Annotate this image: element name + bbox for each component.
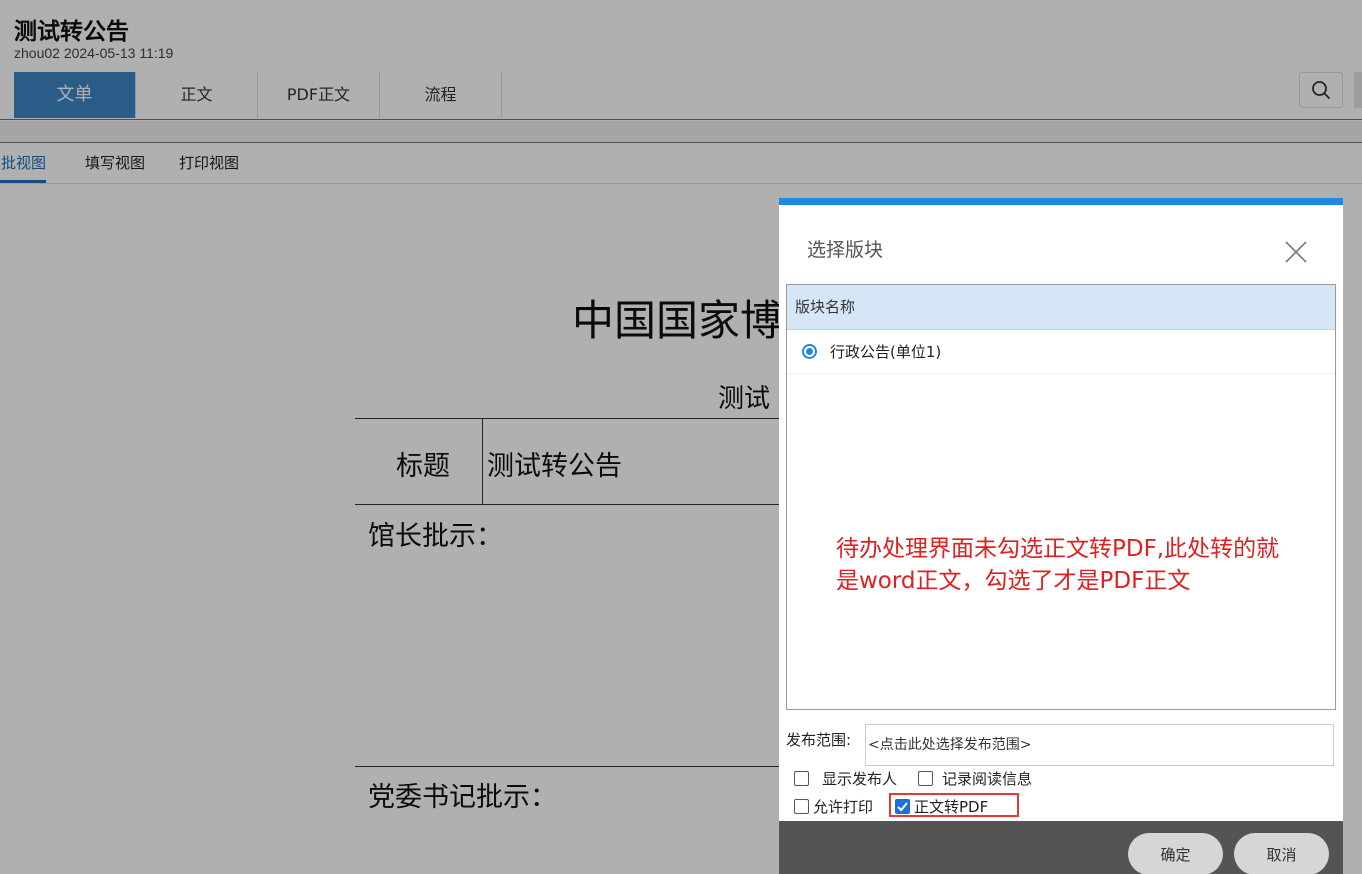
confirm-button[interactable]: 确定	[1128, 833, 1223, 874]
list-header: 版块名称	[787, 285, 1335, 330]
record-reading-label: 记录阅读信息	[942, 770, 1033, 788]
dialog-footer: 确定 取消	[779, 821, 1343, 874]
option-record-reading[interactable]: 记录阅读信息	[918, 768, 1032, 789]
radio-selected-dot	[806, 348, 813, 355]
show-publisher-checkbox[interactable]	[794, 771, 809, 786]
annotation-line-2: 是word正文，勾选了才是PDF正文	[836, 568, 1191, 594]
close-icon	[1285, 241, 1307, 263]
publish-scope-label: 发布范围:	[786, 731, 852, 749]
select-section-dialog: 选择版块 版块名称 行政公告(单位1) 待办处理界面未勾选正文转PDF,此处转的…	[779, 198, 1343, 874]
dialog-title: 选择版块	[807, 239, 884, 261]
cancel-button[interactable]: 取消	[1234, 833, 1329, 874]
allow-print-checkbox[interactable]	[794, 799, 809, 814]
close-button[interactable]	[1281, 237, 1311, 267]
annotation-line-1: 待办处理界面未勾选正文转PDF,此处转的就	[836, 536, 1280, 562]
section-list: 版块名称 行政公告(单位1)	[786, 284, 1336, 710]
section-label: 行政公告(单位1)	[830, 343, 942, 361]
list-item[interactable]: 行政公告(单位1)	[787, 330, 1335, 374]
option-show-publisher[interactable]: 显示发布人	[794, 768, 897, 789]
option-allow-print[interactable]: 允许打印	[794, 796, 873, 817]
red-highlight-box	[889, 793, 1019, 817]
allow-print-label: 允许打印	[813, 798, 874, 816]
record-reading-checkbox[interactable]	[918, 771, 933, 786]
show-publisher-label: 显示发布人	[822, 770, 898, 788]
publish-scope-input[interactable]: <点击此处选择发布范围>	[865, 724, 1334, 766]
section-radio[interactable]	[802, 344, 817, 359]
red-annotation: 待办处理界面未勾选正文转PDF,此处转的就 是word正文，勾选了才是PDF正文	[836, 533, 1341, 597]
